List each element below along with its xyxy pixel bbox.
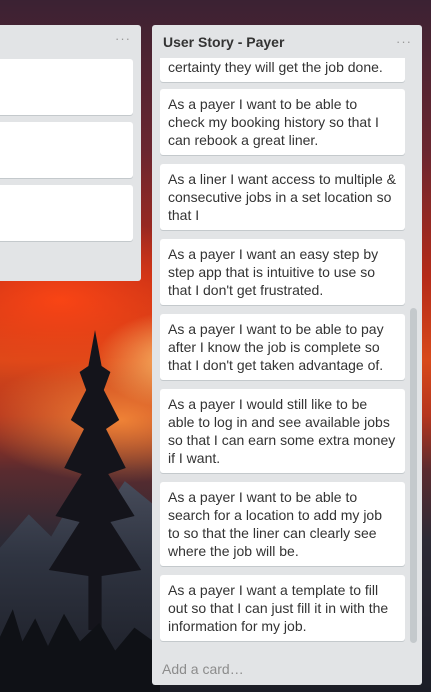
card[interactable]: [0, 185, 133, 241]
card[interactable]: As a liner I want access to multiple & c…: [160, 164, 405, 230]
card[interactable]: As a payer I want to be able to check my…: [160, 89, 405, 155]
card[interactable]: As a payer I want an easy step by step a…: [160, 239, 405, 305]
card[interactable]: [0, 122, 133, 178]
list-user-story-payer: User Story - Payer ··· certainty they wi…: [152, 25, 422, 685]
card[interactable]: As a payer I would still like to be able…: [160, 389, 405, 473]
list-scrollbar[interactable]: [410, 308, 417, 643]
list-header: User Story - Payer ···: [152, 25, 422, 58]
list-title[interactable]: User Story - Payer: [163, 34, 284, 50]
card[interactable]: As a payer I want to be able to search f…: [160, 482, 405, 566]
card[interactable]: As a payer I want to be able to pay afte…: [160, 314, 405, 380]
card[interactable]: certainty they will get the job done.: [160, 58, 405, 82]
card[interactable]: [0, 59, 133, 115]
card-list: certainty they will get the job done. As…: [160, 58, 406, 663]
card[interactable]: As a payer I want a template to fill out…: [160, 575, 405, 641]
add-card-link[interactable]: Add a card…: [162, 661, 244, 677]
list-menu-icon[interactable]: ···: [115, 31, 131, 46]
list-menu-icon[interactable]: ···: [396, 34, 412, 49]
list-previous: ···: [0, 25, 141, 281]
